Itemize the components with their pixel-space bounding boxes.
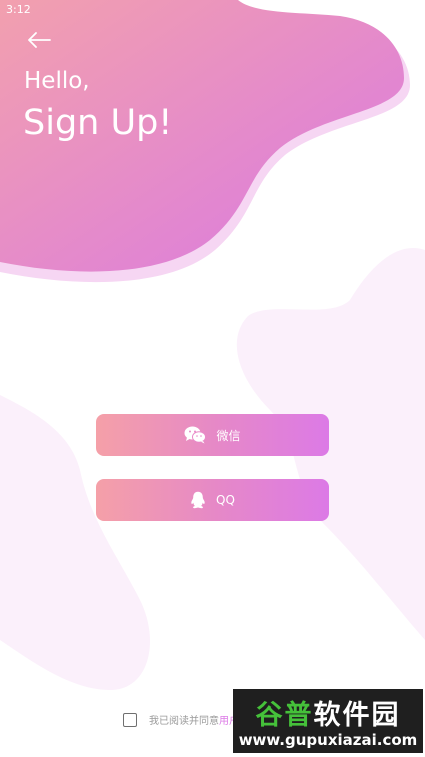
battery-icon — [410, 3, 417, 15]
watermark-url: www.gupuxiazai.com — [238, 731, 418, 749]
arrow-left-icon — [28, 32, 51, 48]
status-time: 3:12 — [6, 2, 31, 16]
wechat-label: 微信 — [216, 428, 241, 443]
watermark-brand-white: 软件园 — [313, 700, 401, 731]
agreement-text: 我已阅读并同意用户 — [149, 712, 239, 727]
wifi-icon — [392, 4, 404, 14]
qq-icon — [190, 491, 206, 509]
agreement-checkbox[interactable] — [123, 712, 137, 727]
watermark-brand-green: 谷普 — [255, 700, 314, 731]
back-button[interactable] — [22, 26, 56, 54]
status-icons — [392, 3, 417, 15]
agreement-row: 我已阅读并同意用户 — [123, 712, 239, 727]
qq-label: QQ — [216, 493, 235, 507]
watermark: 谷普软件园 www.gupuxiazai.com — [233, 689, 423, 753]
wechat-icon — [184, 426, 207, 444]
qq-login-button[interactable]: QQ — [96, 479, 329, 521]
status-bar: 3:12 — [0, 0, 425, 18]
watermark-brand: 谷普软件园 — [233, 693, 423, 732]
page-title: Sign Up! — [23, 103, 173, 143]
wechat-login-button[interactable]: 微信 — [96, 414, 329, 456]
greeting-text: Hello, — [24, 68, 90, 94]
agreement-prefix: 我已阅读并同意 — [149, 716, 219, 727]
